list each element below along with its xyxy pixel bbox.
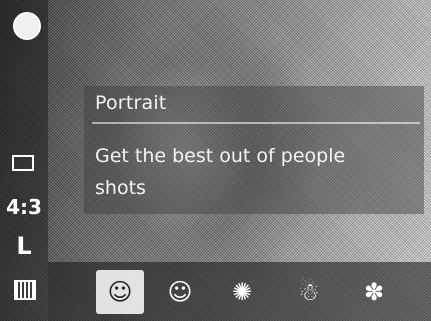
mode-title: Portrait — [95, 92, 167, 114]
image-size-label[interactable]: L — [0, 232, 48, 260]
storage-icon — [14, 280, 36, 300]
portrait-mode-icon[interactable] — [13, 12, 41, 40]
aspect-frame-icon — [12, 155, 34, 171]
mode-description: Get the best out of people shots — [95, 145, 346, 199]
aspect-ratio-label[interactable]: 4:3 — [0, 195, 48, 219]
fireworks-icon[interactable]: ✺ — [218, 270, 266, 314]
portrait-icon[interactable]: ☺ — [96, 270, 144, 314]
title-divider — [92, 122, 420, 124]
night-scene-icon[interactable]: ✽ — [350, 270, 398, 314]
left-status-column: 4:3 L — [0, 0, 48, 321]
snow-icon[interactable]: ☃ — [285, 270, 333, 314]
smile-icon[interactable]: ☺ — [156, 270, 204, 314]
